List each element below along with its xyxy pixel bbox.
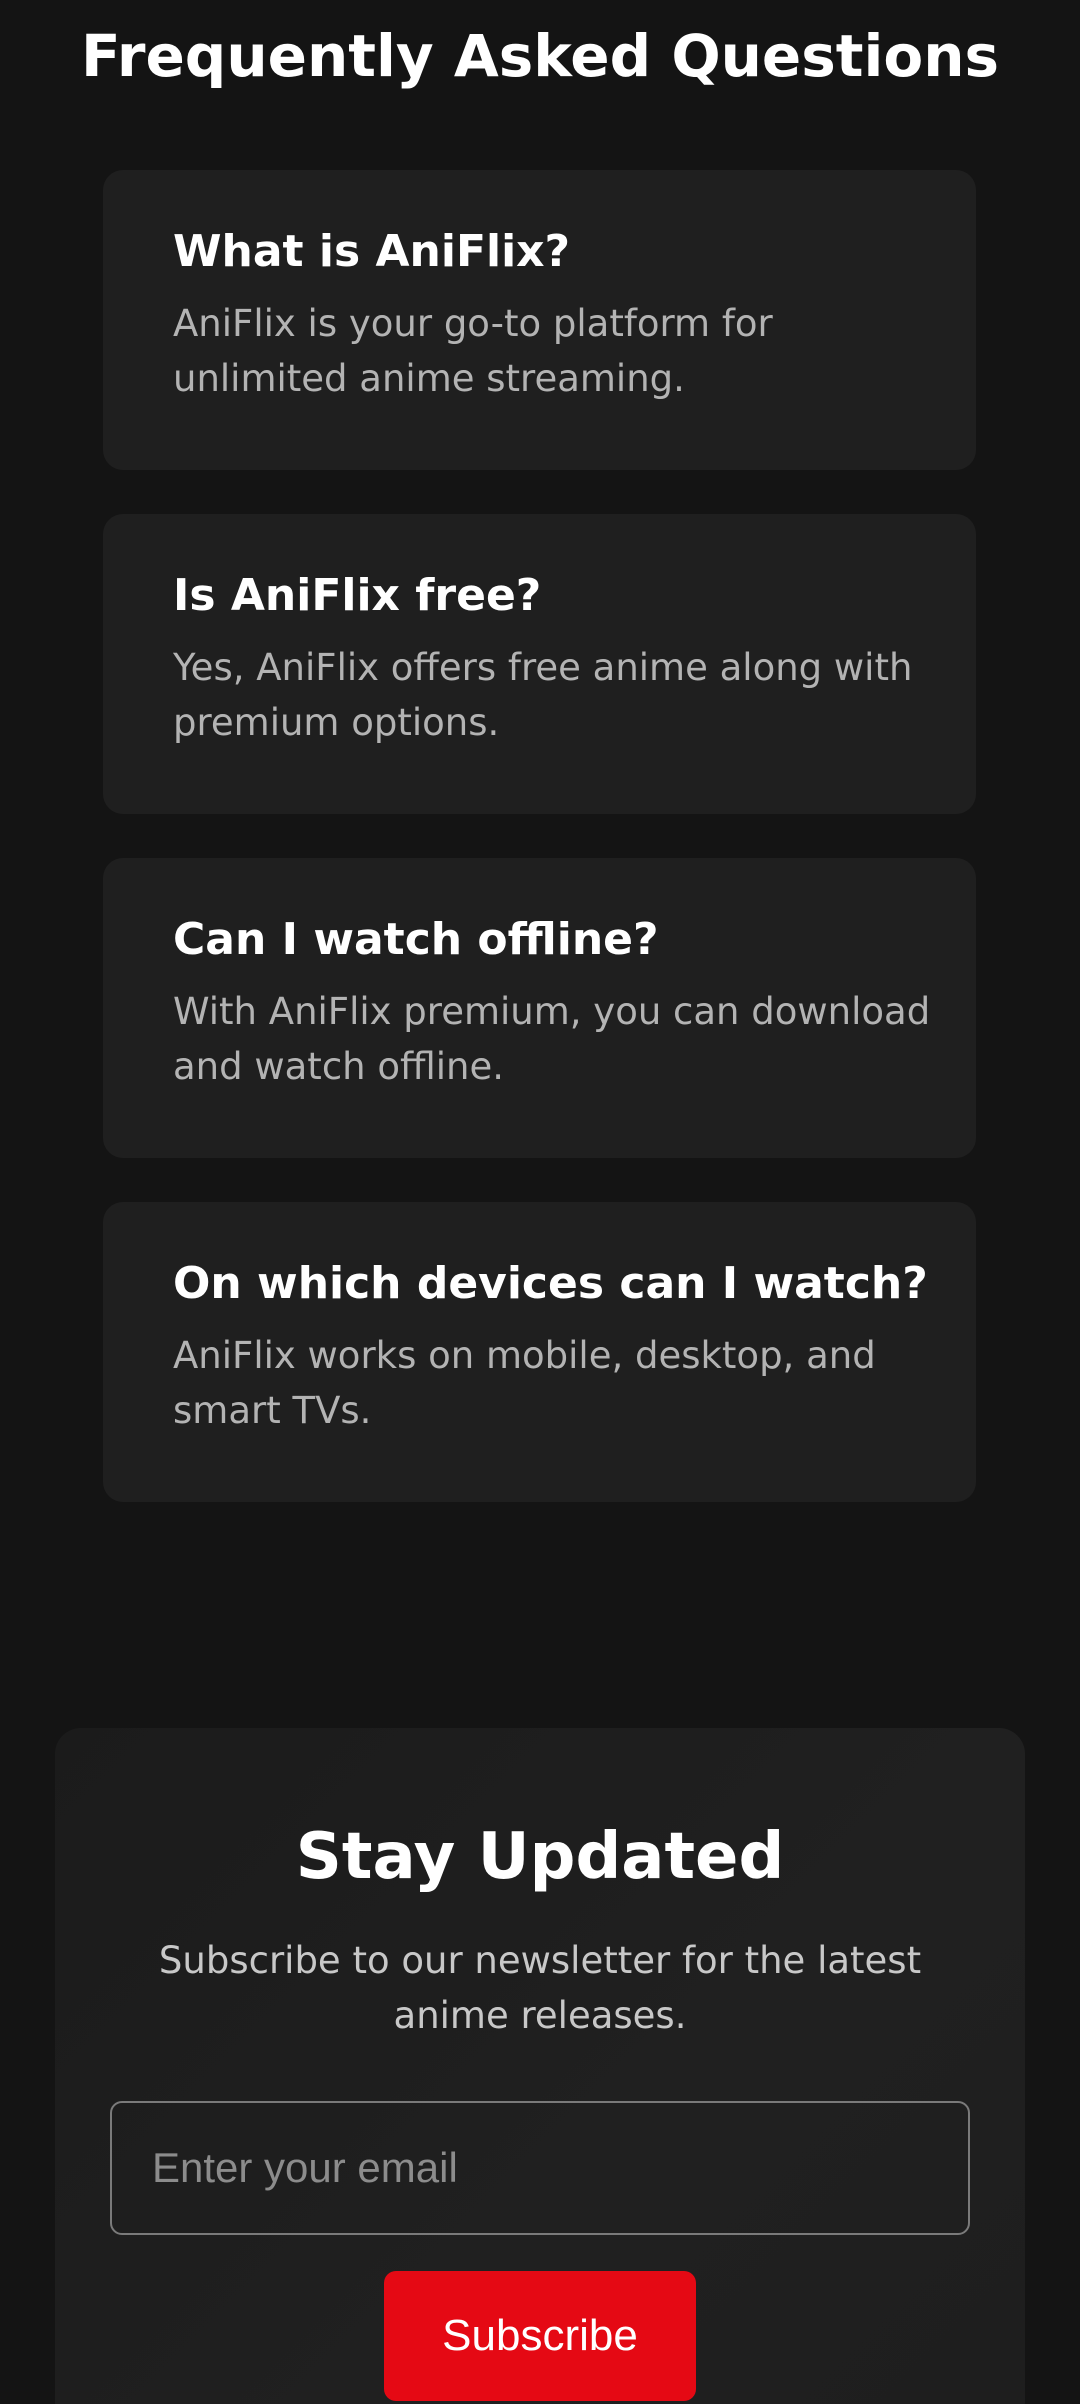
page: Frequently Asked Questions What is AniFl…	[0, 0, 1080, 2404]
faq-question: Is AniFlix free?	[173, 570, 542, 621]
faq-answer: AniFlix works on mobile, desktop, and sm…	[173, 1334, 876, 1432]
faq-question: On which devices can I watch?	[173, 1258, 928, 1309]
newsletter-description: Subscribe to our newsletter for the late…	[158, 1939, 922, 2037]
faq-answer: Yes, AniFlix offers free anime along wit…	[173, 646, 913, 744]
faq-answer: With AniFlix premium, you can download a…	[173, 990, 931, 1088]
faq-section-title: Frequently Asked Questions	[80, 22, 1000, 90]
newsletter-title: Stay Updated	[295, 1820, 785, 1894]
faq-question: Can I watch offline?	[173, 914, 659, 965]
subscribe-button[interactable]: Subscribe	[384, 2271, 696, 2401]
email-input[interactable]	[110, 2101, 970, 2235]
faq-item[interactable]: What is AniFlix? AniFlix is your go-to p…	[103, 170, 976, 470]
faq-item[interactable]: Can I watch offline? With AniFlix premiu…	[103, 858, 976, 1158]
faq-item[interactable]: On which devices can I watch? AniFlix wo…	[103, 1202, 976, 1502]
faq-item[interactable]: Is AniFlix free? Yes, AniFlix offers fre…	[103, 514, 976, 814]
faq-answer: AniFlix is your go-to platform for unlim…	[173, 302, 773, 400]
faq-question: What is AniFlix?	[173, 226, 571, 277]
